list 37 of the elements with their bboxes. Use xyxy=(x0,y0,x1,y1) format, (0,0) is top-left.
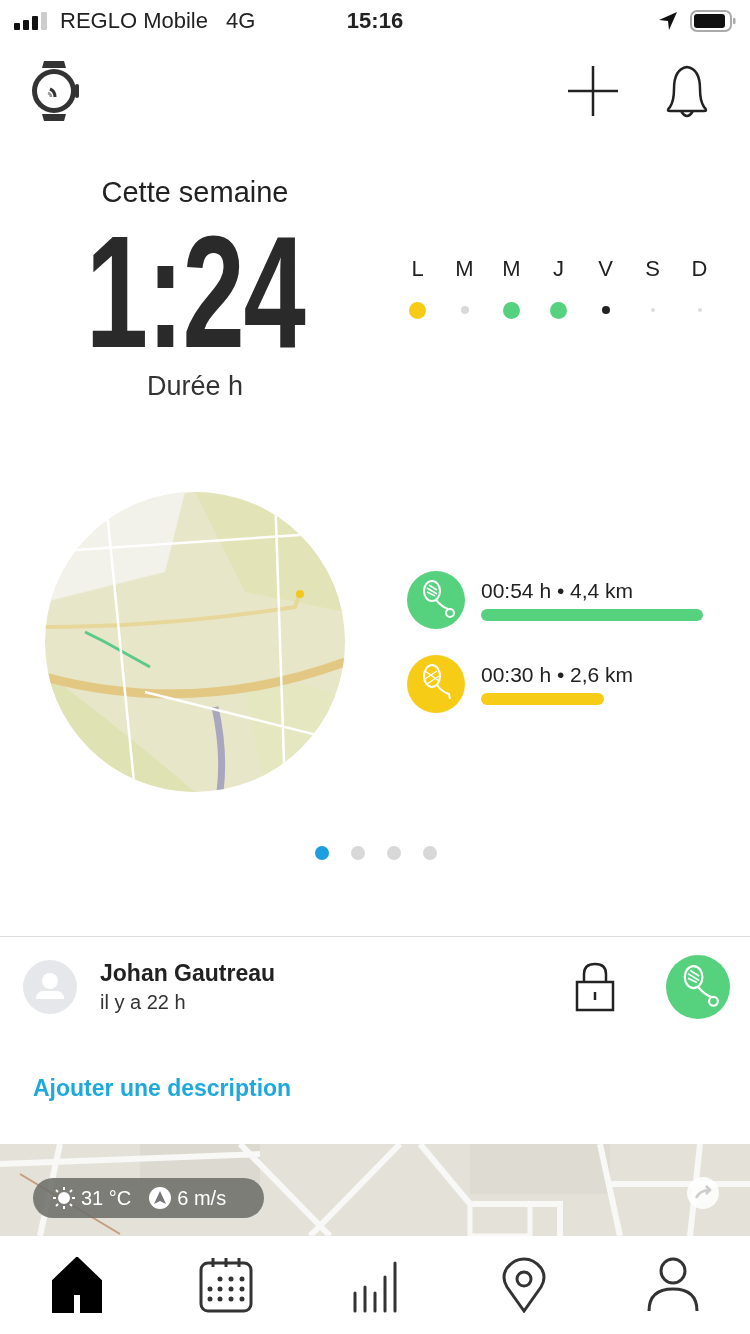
sun-icon xyxy=(53,1187,75,1209)
duration-value: 1:24 xyxy=(85,217,305,367)
day-label: V xyxy=(598,256,613,282)
day-label: D xyxy=(691,256,708,282)
temperature: 31 °C xyxy=(81,1186,132,1210)
day-label: M xyxy=(455,256,474,282)
signal-icon xyxy=(14,12,50,30)
day-label: M xyxy=(502,256,521,282)
week-title: Cette semaine xyxy=(101,176,289,209)
shoe-sole-icon xyxy=(666,955,730,1019)
activity-summary: 00:30 h • 2,6 km xyxy=(481,663,635,687)
author-name: Johan Gautreau xyxy=(100,960,277,987)
day-label: J xyxy=(553,256,564,282)
location-arrow-icon xyxy=(658,11,678,31)
page-dot[interactable] xyxy=(315,846,329,860)
activity-summary: 00:54 h • 4,4 km xyxy=(481,579,635,603)
home-icon[interactable] xyxy=(50,1257,104,1313)
carrier-name: REGLO Mobile xyxy=(60,8,208,34)
add-description-link[interactable]: Ajouter une description xyxy=(33,1075,292,1102)
duration-unit: Durée h xyxy=(146,371,244,402)
page-dot[interactable] xyxy=(423,846,437,860)
page-dot[interactable] xyxy=(351,846,365,860)
calendar-icon[interactable] xyxy=(199,1257,253,1313)
day-label: L xyxy=(411,256,424,282)
day-label: S xyxy=(645,256,660,282)
padlock-icon xyxy=(574,962,616,1012)
user-icon[interactable] xyxy=(646,1257,700,1313)
post-time: il y a 22 h xyxy=(100,991,187,1014)
shoe-sole-icon xyxy=(407,571,465,629)
add-icon[interactable] xyxy=(566,64,620,118)
shoe-sole-icon xyxy=(407,655,465,713)
battery-icon xyxy=(690,10,736,32)
clock-time: 15:16 xyxy=(346,8,404,34)
wind-speed: 6 m/s xyxy=(177,1186,227,1210)
network-type: 4G xyxy=(225,8,256,34)
page-dot[interactable] xyxy=(387,846,401,860)
avatar-icon xyxy=(22,959,78,1015)
